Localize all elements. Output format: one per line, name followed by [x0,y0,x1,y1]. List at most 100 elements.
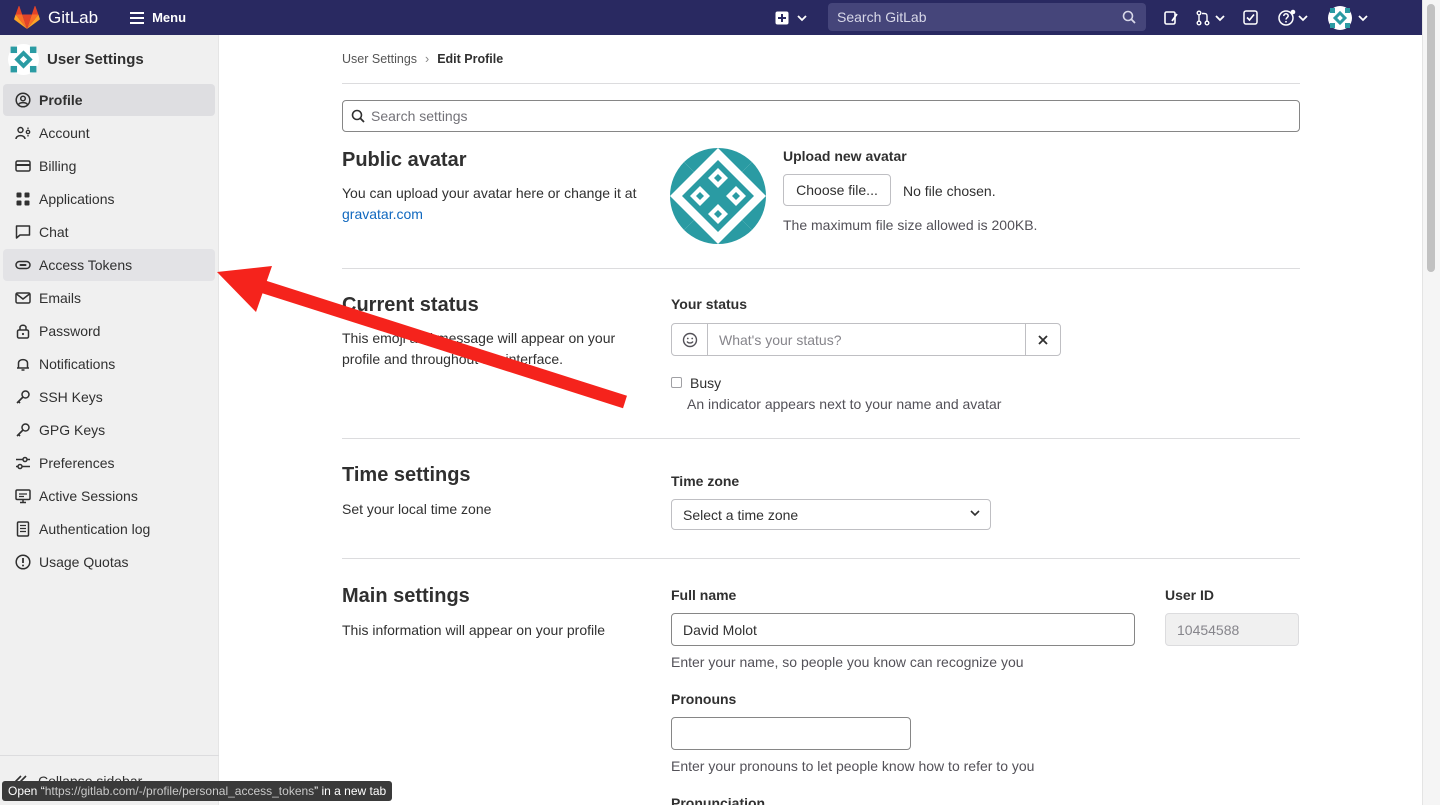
global-search-input[interactable]: Search GitLab [828,3,1146,31]
full-name-input[interactable]: David Molot [671,613,1135,646]
search-icon [1122,10,1136,24]
pronouns-input[interactable] [671,717,911,750]
preferences-icon [14,455,31,472]
sidebar-item-label: Usage Quotas [39,554,129,570]
pronouns-label: Pronouns [671,691,737,707]
no-file-text: No file chosen. [903,183,996,199]
chevron-down-icon [1358,14,1368,21]
status-input-group: What's your status? [671,323,1061,356]
section-title-avatar: Public avatar [342,149,467,171]
sidebar-item-account[interactable]: Account [3,117,215,149]
sidebar-header[interactable]: User Settings [0,35,218,83]
sidebar-item-applications[interactable]: Applications [3,183,215,215]
pronouns-help: Enter your pronouns to let people know h… [671,758,1035,774]
merge-request-icon [1196,10,1210,25]
gitlab-logo[interactable]: GitLab [14,5,98,30]
account-icon [14,125,31,142]
user-avatar [1328,5,1352,30]
sidebar-item-authentication-log[interactable]: Authentication log [3,513,215,545]
clear-status-button[interactable] [1025,324,1060,355]
chevron-down-icon [1215,14,1225,21]
sidebar-item-password[interactable]: Password [3,315,215,347]
plus-square-icon [775,11,789,24]
sidebar-item-label: Access Tokens [39,257,133,273]
vertical-scrollbar[interactable] [1422,0,1440,805]
gravatar-link[interactable]: gravatar.com [342,206,423,222]
scrollbar-thumb[interactable] [1427,4,1435,272]
search-settings-placeholder: Search settings [371,108,468,124]
sidebar-item-preferences[interactable]: Preferences [3,447,215,479]
search-placeholder: Search GitLab [837,9,927,25]
time-zone-label: Time zone [671,473,740,489]
breadcrumb-parent[interactable]: User Settings [342,52,417,66]
user-menu-button[interactable] [1328,5,1368,30]
divider [342,83,1300,84]
billing-icon [14,158,31,175]
sidebar-item-ssh-keys[interactable]: SSH Keys [3,381,215,413]
breadcrumb-separator-icon: › [425,52,430,66]
quota-icon [14,554,31,571]
sidebar-item-label: Profile [39,92,83,108]
menu-button[interactable]: Menu [130,10,186,25]
menu-label: Menu [152,10,187,25]
merge-requests-button[interactable] [1195,10,1225,26]
search-icon [351,109,365,123]
sidebar-item-billing[interactable]: Billing [3,150,215,182]
help-icon [1278,9,1296,26]
search-settings-input[interactable]: Search settings [342,100,1300,132]
new-dropdown[interactable] [775,0,807,35]
divider [342,558,1300,559]
full-name-label: Full name [671,587,737,603]
link-status-tooltip: Open “https://gitlab.com/-/profile/perso… [2,781,393,801]
help-button[interactable] [1278,9,1308,27]
close-icon [1038,334,1048,345]
sidebar-item-label: Authentication log [39,521,151,537]
section-desc-status: This emoji and message will appear on yo… [342,330,616,367]
gitlab-tanuki-icon [14,5,40,29]
busy-help: An indicator appears next to your name a… [687,396,1002,412]
sidebar-item-usage-quotas[interactable]: Usage Quotas [3,546,215,578]
bell-icon [14,356,31,373]
pronunciation-label: Pronunciation [671,795,766,805]
sidebar-item-label: SSH Keys [39,389,103,405]
sidebar-item-label: Emails [39,290,82,306]
applications-icon [14,191,31,208]
section-desc-main: This information will appear on your pro… [342,622,606,638]
sidebar-item-chat[interactable]: Chat [3,216,215,248]
log-icon [14,521,31,538]
lock-icon [14,323,31,340]
time-zone-select[interactable]: Select a time zone [671,499,991,530]
sidebar-item-notifications[interactable]: Notifications [3,348,215,380]
sidebar-item-label: Account [39,125,90,141]
status-message-input[interactable]: What's your status? [708,324,1025,355]
issues-button[interactable] [1163,10,1179,26]
smiley-icon [682,332,697,347]
todo-icon [1243,10,1258,25]
chevron-down-icon [970,510,980,517]
sidebar-item-label: Active Sessions [39,488,138,504]
hamburger-icon [130,11,145,24]
sidebar-item-gpg-keys[interactable]: GPG Keys [3,414,215,446]
user-id-input: 10454588 [1165,613,1299,646]
your-status-label: Your status [671,296,747,312]
sidebar-item-access-tokens[interactable]: Access Tokens [3,249,215,281]
busy-checkbox[interactable] [671,377,682,388]
breadcrumb-current[interactable]: Edit Profile [437,52,503,66]
sidebar-item-label: Billing [39,158,77,174]
section-title-time: Time settings [342,464,471,486]
mail-icon [14,290,31,307]
sidebar-item-active-sessions[interactable]: Active Sessions [3,480,215,512]
sidebar-item-label: Preferences [39,455,115,471]
emoji-picker-button[interactable] [672,324,708,355]
chevron-down-icon [797,14,807,21]
max-size-help: The maximum file size allowed is 200KB. [783,217,1038,233]
sidebar-item-profile[interactable]: Profile [3,84,215,116]
profile-avatar [670,148,766,244]
key-icon [14,389,31,406]
issues-icon [1164,10,1178,25]
todos-button[interactable] [1243,10,1258,25]
choose-file-button[interactable]: Choose file... [783,174,891,206]
chat-icon [14,224,31,241]
sidebar-item-emails[interactable]: Emails [3,282,215,314]
breadcrumb: User Settings › Edit Profile [342,52,503,66]
